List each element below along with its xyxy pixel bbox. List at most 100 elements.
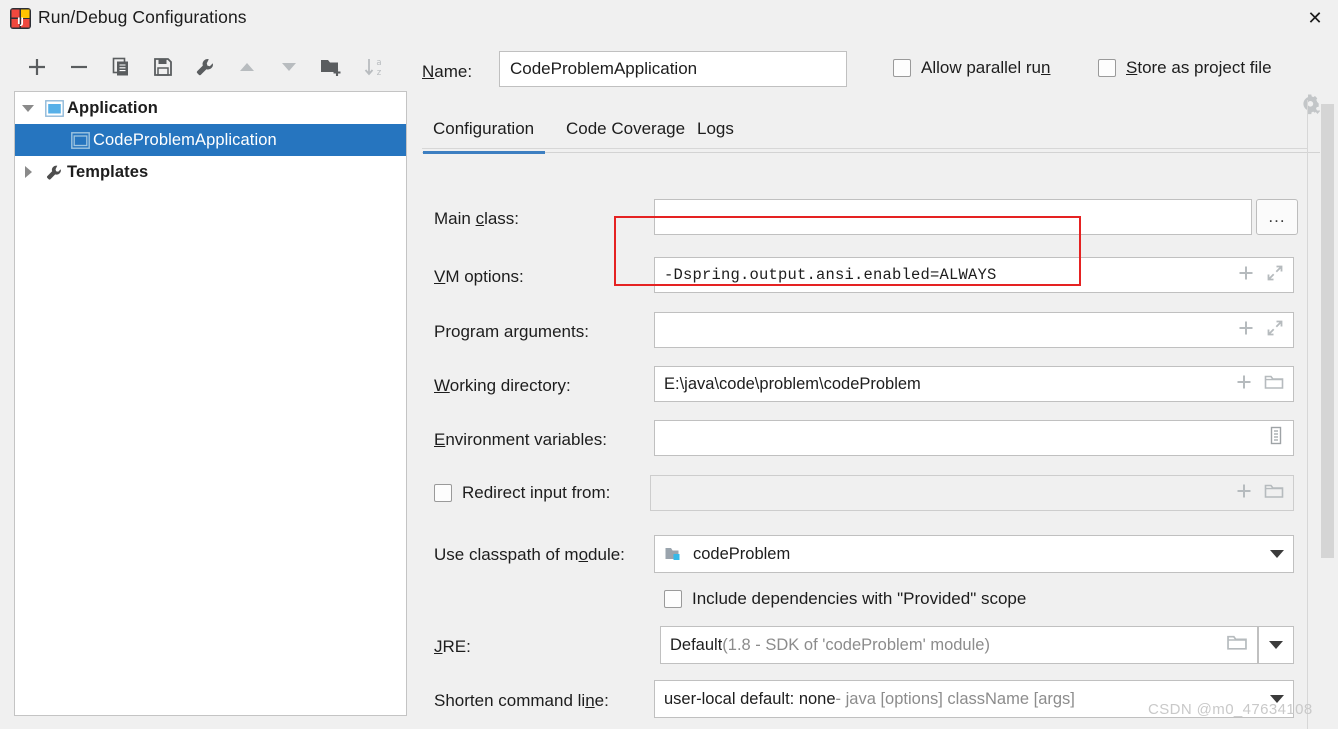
active-tab-indicator [423,151,545,154]
redirect-input-checkbox[interactable]: Redirect input from: [434,483,610,503]
ellipsis-icon: ... [1268,207,1286,226]
name-label: Name: [422,62,473,81]
include-provided-checkbox[interactable]: Include dependencies with "Provided" sco… [664,589,1026,609]
close-icon[interactable]: ✕ [1292,0,1338,36]
working-directory-actions [1235,373,1293,396]
tree-node-templates[interactable]: Templates [15,156,406,188]
configurations-toolbar: a z [0,47,412,91]
main-class-label: Main class: [434,209,520,228]
shorten-command-line-suffix: - java [options] className [args] [835,689,1075,708]
checkbox-box[interactable] [434,484,452,502]
environment-variables-input[interactable] [654,420,1294,456]
new-folder-button[interactable] [314,47,348,87]
sort-alphabetically-button[interactable]: a z [358,47,392,87]
edit-templates-button[interactable] [188,47,222,87]
jre-combobox-input[interactable]: Default (1.8 - SDK of 'codeProblem' modu… [660,626,1258,664]
title-bar: IJ Run/Debug Configurations ✕ [0,0,1338,37]
working-directory-label: Working directory: [434,376,571,395]
working-directory-input[interactable]: E:\java\code\problem\codeProblem [654,366,1294,402]
expand-icon[interactable] [1266,264,1284,287]
configurations-panel: a z Application CodeProblemApplication T… [0,37,412,729]
main-class-browse-button[interactable]: ... [1256,199,1298,235]
svg-text:z: z [377,68,382,78]
store-as-project-file-checkbox[interactable]: Store as project file [1098,58,1272,78]
add-configuration-button[interactable] [20,47,54,87]
folder-icon[interactable] [1264,482,1284,505]
content-pane-right-border [1307,100,1308,729]
checkbox-box[interactable] [893,59,911,77]
jre-dropdown-button[interactable] [1258,626,1294,664]
plus-icon[interactable] [1237,264,1255,287]
tree-node-application[interactable]: Application [15,92,406,124]
shorten-command-line-value: user-local default: none [664,689,836,708]
configuration-details-panel: Name: CodeProblemApplication Allow paral… [412,37,1338,729]
copy-configuration-button[interactable] [104,47,138,87]
chevron-down-icon[interactable] [1269,641,1283,649]
move-up-button[interactable] [230,47,264,87]
classpath-module-value: codeProblem [693,544,791,563]
move-down-button[interactable] [272,47,306,87]
tab-label: Configuration [433,119,535,138]
program-arguments-input[interactable] [654,312,1294,348]
checkbox-box[interactable] [1098,59,1116,77]
module-icon [655,545,684,563]
tree-node-label: Templates [67,162,149,181]
application-icon [41,99,67,117]
jre-browse-icon-wrap [1226,633,1257,657]
plus-icon[interactable] [1235,373,1253,396]
main-class-input[interactable] [654,199,1252,235]
intellij-idea-icon: IJ [10,8,31,29]
classpath-module-combobox[interactable]: codeProblem [654,535,1294,573]
redirect-input-actions [1235,482,1293,505]
list-edit-icon[interactable] [1268,426,1284,450]
store-as-project-file-label: Store as project file [1126,58,1272,77]
vm-options-label: VM options: [434,267,524,286]
allow-parallel-run-label: Allow parallel run [921,58,1051,77]
vm-options-value: -Dspring.output.ansi.enabled=ALWAYS [664,266,997,284]
tree-node-label: Application [67,98,158,117]
tree-node-codeproblemapplication[interactable]: CodeProblemApplication [15,124,406,156]
program-arguments-actions [1237,319,1293,342]
classpath-module-label: Use classpath of module: [434,545,625,564]
svg-text:a: a [376,58,381,68]
shorten-command-line-label: Shorten command line: [434,691,609,710]
svg-text:IJ: IJ [17,17,24,27]
remove-configuration-button[interactable] [62,47,96,87]
include-provided-label: Include dependencies with "Provided" sco… [692,589,1027,608]
folder-icon[interactable] [1264,373,1284,396]
jre-label: JRE: [434,637,471,656]
name-input-value: CodeProblemApplication [510,59,698,78]
window-title: Run/Debug Configurations [38,7,247,27]
program-arguments-label: Program arguments: [434,322,589,341]
vm-options-actions [1237,264,1293,287]
configurations-tree[interactable]: Application CodeProblemApplication Templ… [14,91,407,716]
run-debug-configurations-dialog: IJ Run/Debug Configurations ✕ a z Applic… [0,0,1338,729]
chevron-down-icon[interactable] [1270,550,1284,558]
redirect-input-field[interactable] [650,475,1294,511]
vertical-scrollbar-thumb[interactable] [1321,104,1334,558]
tabs-divider [422,152,1320,153]
twisty-collapsed-icon[interactable] [15,166,41,178]
watermark: CSDN @m0_47634108 [1148,701,1313,718]
plus-icon[interactable] [1235,482,1253,505]
twisty-expanded-icon[interactable] [15,104,41,112]
configuration-tabs: Configuration Code Coverage Logs [422,115,1320,155]
application-icon [67,131,93,149]
save-configuration-button[interactable] [146,47,180,87]
expand-icon[interactable] [1266,319,1284,342]
tree-node-label: CodeProblemApplication [93,130,277,149]
configuration-form: Main class: ... VM options: -Dspring.out… [412,159,1322,729]
name-input[interactable]: CodeProblemApplication [499,51,847,87]
content-pane-top-border [422,148,1308,149]
jre-value-suffix: (1.8 - SDK of 'codeProblem' module) [722,635,990,654]
redirect-input-label: Redirect input from: [462,483,611,502]
vm-options-input[interactable]: -Dspring.output.ansi.enabled=ALWAYS [654,257,1294,293]
environment-variables-label: Environment variables: [434,430,607,449]
allow-parallel-run-checkbox[interactable]: Allow parallel run [893,58,1050,78]
classpath-module-dropdown[interactable] [1270,550,1293,558]
folder-icon[interactable] [1226,633,1248,657]
jre-value: Default [670,635,723,654]
tab-label: Logs [697,119,734,138]
plus-icon[interactable] [1237,319,1255,342]
checkbox-box[interactable] [664,590,682,608]
